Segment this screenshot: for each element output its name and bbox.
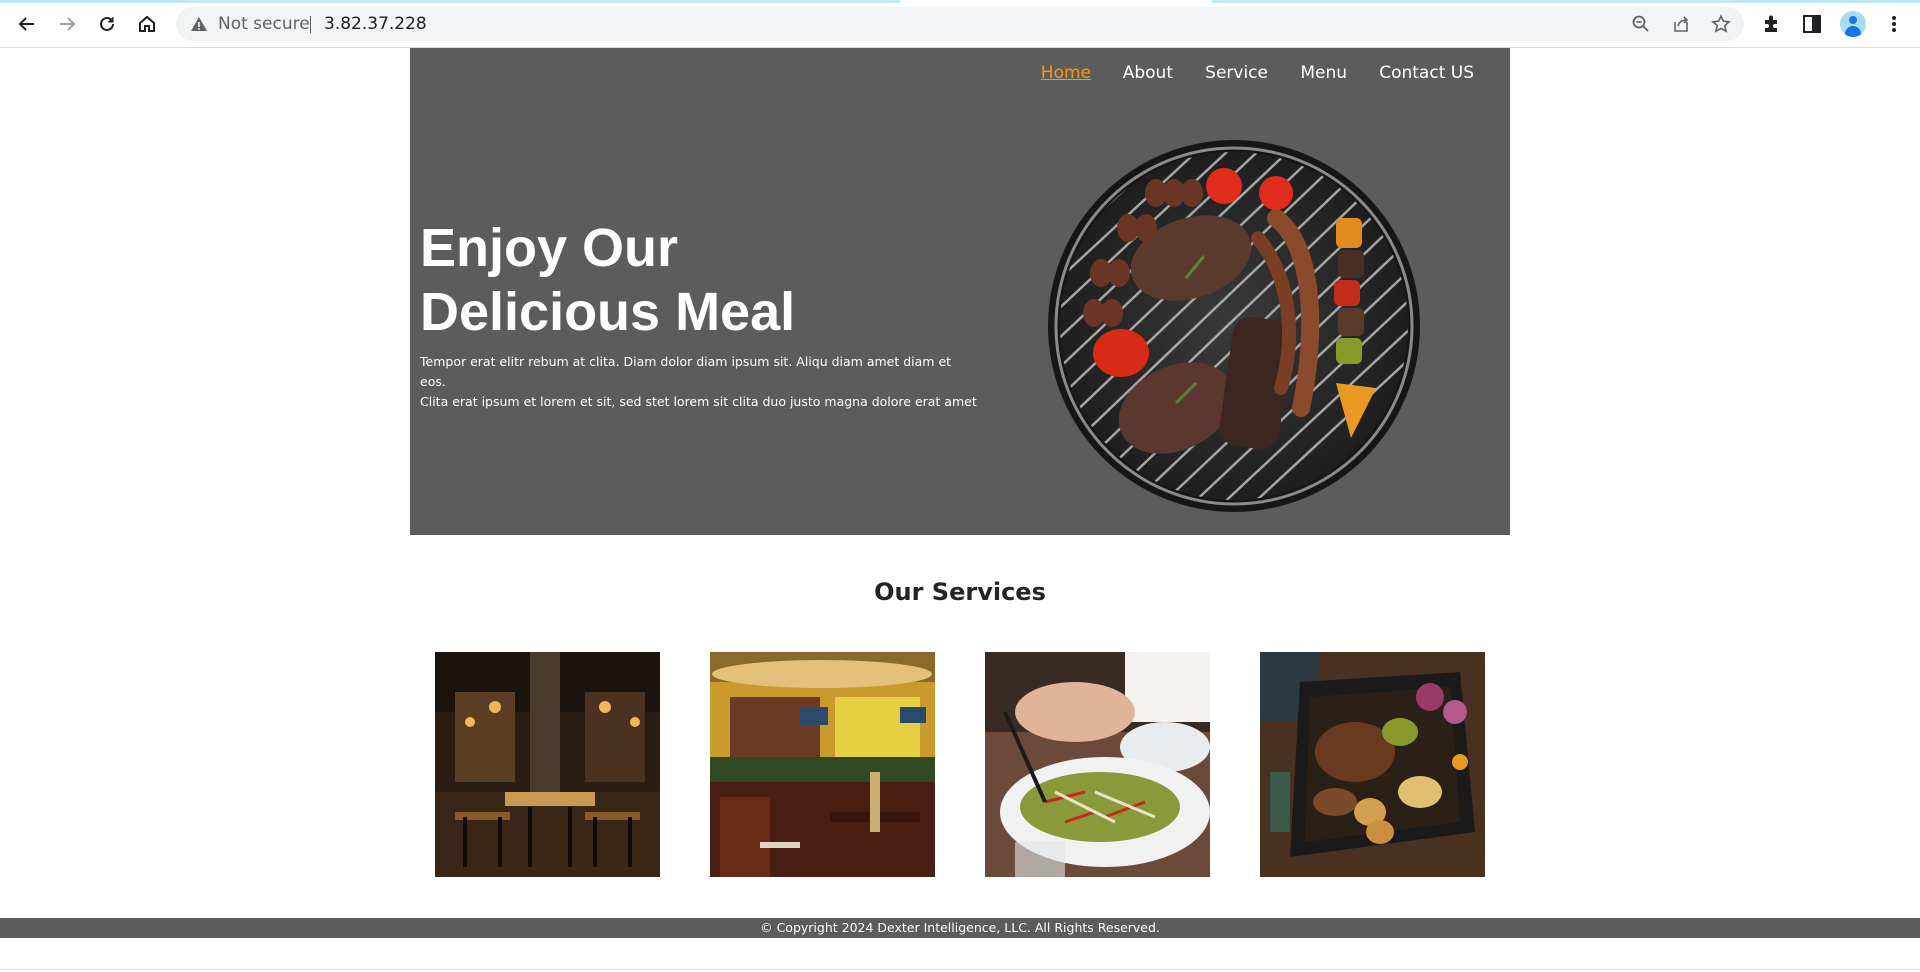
forward-icon: [60, 17, 76, 31]
extensions-icon[interactable]: [1761, 13, 1783, 35]
hero-text-line2: Clita erat ipsum et lorem et sit, sed st…: [420, 394, 977, 409]
hero-section: Home About Service Menu Contact US Enjoy…: [410, 48, 1510, 535]
restaurant-bar-image: [710, 652, 935, 877]
hero-title-line1: Enjoy Our: [420, 218, 679, 278]
security-label[interactable]: Not secure: [218, 15, 310, 33]
nav-contact[interactable]: Contact US: [1379, 63, 1474, 83]
service-image-restaurant-interior[interactable]: [435, 652, 660, 877]
nav-about[interactable]: About: [1123, 63, 1173, 83]
service-image-bar-interior[interactable]: [710, 652, 935, 877]
salad-dining-image: [985, 652, 1210, 877]
hero-text-line1: Tempor erat elitr rebum at clita. Diam d…: [420, 354, 952, 389]
hero-title-line2: Delicious Meal: [420, 282, 796, 342]
footer: © Copyright 2024 Dexter Intelligence, LL…: [0, 918, 1920, 938]
zoom-icon[interactable]: [1631, 14, 1651, 34]
avatar-head: [1849, 16, 1857, 24]
nav-service[interactable]: Service: [1205, 63, 1268, 83]
home-icon: [139, 15, 155, 32]
copyright-text: © Copyright 2024 Dexter Intelligence, LL…: [760, 920, 1160, 935]
nav-menu[interactable]: Menu: [1300, 63, 1347, 83]
menu-icon[interactable]: [1883, 13, 1905, 35]
profile-avatar[interactable]: [1840, 11, 1866, 37]
loading-strip: [1212, 0, 1920, 3]
hero-grill-image: [1048, 140, 1420, 512]
services-title: Our Services: [874, 578, 1046, 606]
avatar-shoulders: [1845, 26, 1861, 37]
service-image-salad[interactable]: [985, 652, 1210, 877]
home-button[interactable]: [133, 10, 161, 38]
food-platter-image: [1260, 652, 1485, 877]
bottom-divider: [0, 969, 1920, 970]
forward-button[interactable]: [53, 10, 81, 38]
restaurant-interior-image: [435, 652, 660, 877]
reload-icon: [100, 16, 114, 31]
nav-home[interactable]: Home: [1041, 63, 1091, 83]
address-separator: [310, 16, 311, 33]
warning-icon: [191, 17, 207, 31]
service-image-food-platter[interactable]: [1260, 652, 1485, 877]
star-icon[interactable]: [1711, 14, 1731, 34]
url-text[interactable]: 3.82.37.228: [324, 15, 427, 33]
back-button[interactable]: [13, 10, 41, 38]
back-icon: [18, 17, 34, 31]
reload-button[interactable]: [93, 10, 121, 38]
hero-text: Tempor erat elitr rebum at clita. Diam d…: [420, 352, 980, 412]
side-panel-icon[interactable]: [1801, 13, 1823, 35]
address-bar[interactable]: Not secure 3.82.37.228: [176, 7, 1744, 41]
share-icon[interactable]: [1671, 14, 1691, 34]
browser-toolbar: Not secure 3.82.37.228: [0, 0, 1920, 48]
loading-strip: [0, 0, 900, 3]
hero-title: Enjoy Our Delicious Meal: [420, 216, 980, 344]
